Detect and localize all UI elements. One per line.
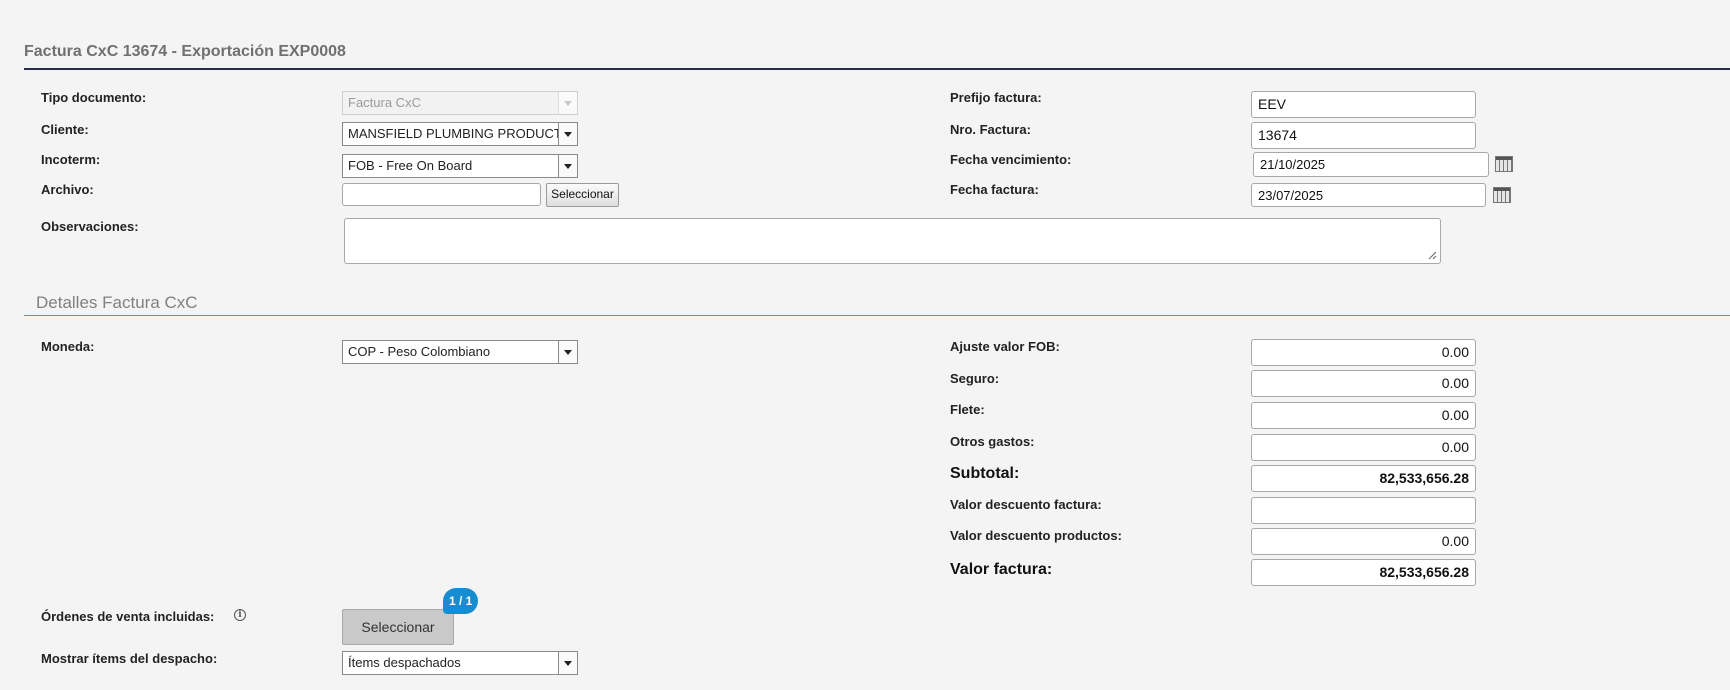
incoterm-label: Incoterm:	[41, 152, 101, 167]
chevron-down-icon	[558, 341, 577, 363]
fecha-vencimiento-label: Fecha vencimiento:	[950, 152, 1072, 167]
descuento-productos-input[interactable]: 0.00	[1251, 528, 1476, 555]
flete-label: Flete:	[950, 402, 985, 417]
archivo-select-button[interactable]: Seleccionar	[546, 183, 619, 207]
details-divider	[24, 315, 1730, 316]
mostrar-items-select[interactable]: Ítems despachados	[342, 651, 578, 675]
chevron-down-icon	[558, 123, 577, 145]
flete-input[interactable]: 0.00	[1251, 402, 1476, 429]
incoterm-value: FOB - Free On Board	[348, 158, 473, 173]
tipo-documento-value: Factura CxC	[348, 95, 421, 110]
moneda-label: Moneda:	[41, 339, 95, 354]
ordenes-label: Órdenes de venta incluidas:	[41, 609, 215, 624]
cliente-label: Cliente:	[41, 122, 89, 137]
descuento-factura-input[interactable]	[1251, 497, 1476, 524]
otros-gastos-input[interactable]: 0.00	[1251, 434, 1476, 461]
fecha-factura-input[interactable]: 23/07/2025	[1251, 183, 1486, 207]
observaciones-label: Observaciones:	[41, 219, 139, 234]
seguro-input[interactable]: 0.00	[1251, 370, 1476, 397]
ordenes-count-badge: 1 / 1	[443, 588, 479, 614]
calendar-icon[interactable]	[1495, 156, 1513, 172]
page-title: Factura CxC 13674 - Exportación EXP0008	[24, 43, 346, 60]
nro-factura-input[interactable]: 13674	[1251, 122, 1476, 149]
title-divider	[24, 68, 1730, 70]
fecha-factura-label: Fecha factura:	[950, 182, 1039, 197]
observaciones-textarea[interactable]	[344, 218, 1441, 264]
calendar-icon[interactable]	[1493, 187, 1511, 203]
prefijo-factura-label: Prefijo factura:	[950, 90, 1042, 105]
moneda-select[interactable]: COP - Peso Colombiano	[342, 340, 578, 364]
details-section-title: Detalles Factura CxC	[36, 293, 198, 312]
moneda-value: COP - Peso Colombiano	[348, 344, 491, 359]
mostrar-items-value: Ítems despachados	[348, 655, 461, 670]
valor-factura-input[interactable]: 82,533,656.28	[1251, 559, 1476, 586]
subtotal-label: Subtotal:	[950, 465, 1020, 482]
tipo-documento-label: Tipo documento:	[41, 90, 147, 105]
archivo-input[interactable]	[342, 183, 541, 206]
cliente-value: MANSFIELD PLUMBING PRODUCTS	[348, 126, 571, 141]
resize-grip-icon[interactable]	[1428, 251, 1437, 260]
chevron-down-icon	[558, 92, 577, 114]
archivo-label: Archivo:	[41, 182, 94, 197]
subtotal-input[interactable]: 82,533,656.28	[1251, 465, 1476, 492]
descuento-productos-label: Valor descuento productos:	[950, 528, 1122, 543]
ajuste-fob-input[interactable]: 0.00	[1251, 339, 1476, 366]
ordenes-select-button[interactable]: Seleccionar	[342, 609, 454, 645]
chevron-down-icon	[558, 652, 577, 674]
ajuste-fob-label: Ajuste valor FOB:	[950, 339, 1060, 354]
fecha-vencimiento-input[interactable]: 21/10/2025	[1253, 152, 1489, 177]
tipo-documento-select[interactable]: Factura CxC	[342, 91, 578, 115]
cliente-select[interactable]: MANSFIELD PLUMBING PRODUCTS	[342, 122, 578, 146]
seguro-label: Seguro:	[950, 371, 1000, 386]
incoterm-select[interactable]: FOB - Free On Board	[342, 154, 578, 178]
otros-gastos-label: Otros gastos:	[950, 434, 1035, 449]
valor-factura-label: Valor factura:	[950, 561, 1053, 578]
chevron-down-icon	[558, 155, 577, 177]
mostrar-items-label: Mostrar ítems del despacho:	[41, 651, 218, 666]
info-icon[interactable]: i	[234, 609, 246, 621]
nro-factura-label: Nro. Factura:	[950, 122, 1031, 137]
descuento-factura-label: Valor descuento factura:	[950, 497, 1102, 512]
prefijo-factura-input[interactable]: EEV	[1251, 91, 1476, 118]
